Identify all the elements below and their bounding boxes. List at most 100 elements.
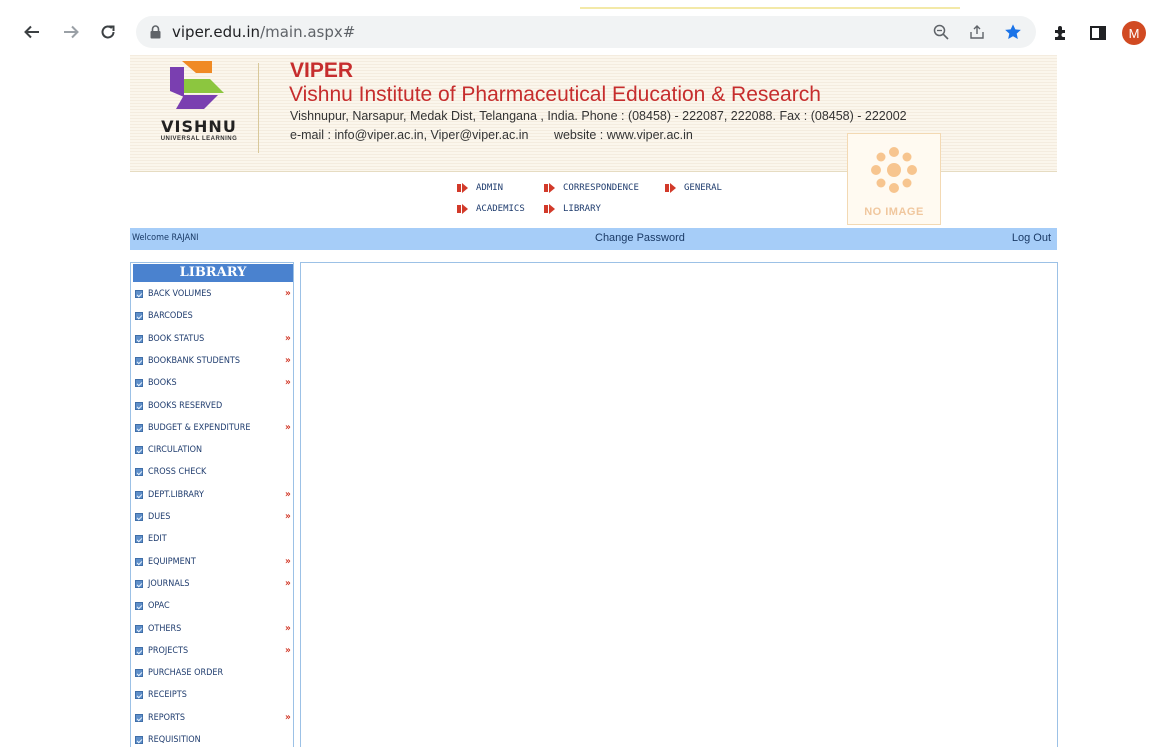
share-icon[interactable] <box>968 23 986 41</box>
logout-link[interactable]: Log Out <box>1012 232 1051 244</box>
sidebar-item-journals[interactable]: JOURNALS » <box>135 577 293 591</box>
sidebar-item-label: DEPT.LIBRARY <box>148 489 204 500</box>
sidebar-item-label: BARCODES <box>148 311 193 322</box>
sidebar-item-label: PURCHASE ORDER <box>148 668 224 679</box>
menu-bullet-icon <box>135 490 143 499</box>
menu-bullet-icon <box>135 646 143 655</box>
zoom-icon[interactable] <box>932 23 950 41</box>
change-password-link[interactable]: Change Password <box>595 232 685 244</box>
institute-address: Vishnupur, Narsapur, Medak Dist, Telanga… <box>290 109 907 123</box>
sidebar-item-budget-expenditure[interactable]: BUDGET & EXPENDITURE » <box>135 421 293 435</box>
flower-placeholder-icon <box>871 147 917 193</box>
sidebar-item-receipts[interactable]: RECEIPTS <box>135 688 293 702</box>
menu-item-label: CORRESPONDENCE <box>563 183 639 193</box>
submenu-arrow-icon: » <box>285 511 291 522</box>
profile-avatar[interactable]: M <box>1122 21 1146 45</box>
menu-item-admin[interactable]: ADMIN <box>457 183 503 193</box>
menu-bullet-icon <box>135 691 143 700</box>
logo-mark-icon <box>170 61 224 109</box>
institute-full-name: Vishnu Institute of Pharmaceutical Educa… <box>289 83 821 106</box>
sidebar-item-dues[interactable]: DUES » <box>135 510 293 524</box>
bullet-arrow-icon <box>457 183 469 193</box>
submenu-arrow-icon: » <box>285 288 291 299</box>
menu-item-library[interactable]: LIBRARY <box>544 204 601 214</box>
submenu-arrow-icon: » <box>285 377 291 389</box>
menu-item-general[interactable]: GENERAL <box>665 183 722 193</box>
sidebar: LIBRARY BACK VOLUMES » BARCODES BOOK STATUS… <box>130 262 294 747</box>
menu-item-academics[interactable]: ACADEMICS <box>457 204 525 214</box>
menu-bullet-icon <box>135 624 143 633</box>
sidebar-item-label: BOOK STATUS <box>148 333 205 344</box>
header-divider <box>258 63 259 153</box>
sidebar-item-opac[interactable]: OPAC <box>135 599 293 613</box>
submenu-arrow-icon: » <box>285 555 291 567</box>
star-icon[interactable] <box>1004 23 1022 41</box>
sidebar-item-cross-check[interactable]: CROSS CHECK <box>135 465 293 479</box>
sidebar-item-label: RECEIPTS <box>148 690 187 701</box>
profile-photo-placeholder: NO IMAGE <box>847 133 941 225</box>
url-text: viper.edu.in/main.aspx# <box>172 23 355 41</box>
sidebar-item-reports[interactable]: REPORTS » <box>135 711 293 725</box>
side-panel-icon[interactable] <box>1087 22 1109 44</box>
reload-icon[interactable] <box>97 21 119 43</box>
sidebar-item-label: REQUISITION <box>148 735 201 745</box>
back-arrow-icon[interactable] <box>21 21 43 43</box>
forward-arrow-icon[interactable] <box>60 21 82 43</box>
institute-short-name: VIPER <box>290 59 354 82</box>
menu-item-label: ACADEMICS <box>476 204 525 214</box>
institute-website: website : www.viper.ac.in <box>553 128 693 142</box>
menu-item-label: GENERAL <box>684 183 722 193</box>
submenu-arrow-icon: » <box>285 711 291 723</box>
menu-bullet-icon <box>135 379 143 388</box>
sidebar-item-dept-library[interactable]: DEPT.LIBRARY » <box>135 488 293 502</box>
sidebar-item-label: BOOKBANK STUDENTS <box>148 355 240 366</box>
sidebar-item-equipment[interactable]: EQUIPMENT » <box>135 555 293 569</box>
sidebar-item-label: BACK VOLUMES <box>148 289 212 299</box>
sidebar-item-book-status[interactable]: BOOK STATUS » <box>135 332 293 346</box>
url-host: viper.edu.in <box>172 23 261 41</box>
menu-item-label: LIBRARY <box>563 204 601 214</box>
sidebar-item-books-reserved[interactable]: BOOKS RESERVED <box>135 399 293 413</box>
submenu-arrow-icon: » <box>285 644 291 656</box>
institute-email: e-mail : info@viper.ac.in, Viper@viper.a… <box>290 128 529 142</box>
menu-bullet-icon <box>135 312 143 321</box>
sidebar-item-others[interactable]: OTHERS » <box>135 622 293 636</box>
menu-bullet-icon <box>135 535 143 544</box>
lock-icon[interactable] <box>150 25 161 44</box>
sidebar-item-requisition[interactable]: REQUISITION <box>135 733 293 747</box>
sidebar-item-bookbank-students[interactable]: BOOKBANK STUDENTS » <box>135 354 293 368</box>
menu-bullet-icon <box>135 356 143 365</box>
submenu-arrow-icon: » <box>285 354 291 366</box>
logo-subtext: UNIVERSAL LEARNING <box>160 136 238 142</box>
sidebar-item-back-volumes[interactable]: BACK VOLUMES » <box>135 287 293 301</box>
sidebar-item-label: EDIT <box>148 534 167 545</box>
sidebar-item-projects[interactable]: PROJECTS » <box>135 644 293 658</box>
browser-toolbar: viper.edu.in/main.aspx# M <box>0 9 1159 55</box>
menu-bullet-icon <box>135 579 143 588</box>
sidebar-item-label: CROSS CHECK <box>148 467 207 478</box>
content-frame <box>300 262 1058 747</box>
submenu-arrow-icon: » <box>285 421 291 433</box>
sidebar-item-edit[interactable]: EDIT <box>135 532 293 546</box>
submenu-arrow-icon: » <box>285 577 291 589</box>
sidebar-item-label: OPAC <box>148 601 170 612</box>
extensions-icon[interactable] <box>1050 22 1072 44</box>
address-bar[interactable]: viper.edu.in/main.aspx# <box>136 16 1036 48</box>
menu-bullet-icon <box>135 713 143 722</box>
sidebar-item-purchase-order[interactable]: PURCHASE ORDER <box>135 666 293 680</box>
bullet-arrow-icon <box>544 183 556 193</box>
sidebar-title: LIBRARY <box>133 264 293 282</box>
sidebar-item-label: OTHERS <box>148 623 182 634</box>
url-path: /main.aspx# <box>260 23 356 41</box>
vishnu-logo: VISHNU UNIVERSAL LEARNING <box>140 57 250 157</box>
sidebar-item-barcodes[interactable]: BARCODES <box>135 309 293 323</box>
menu-bullet-icon <box>135 513 143 521</box>
menu-item-correspondence[interactable]: CORRESPONDENCE <box>544 183 639 193</box>
menu-bullet-icon <box>135 423 143 432</box>
sidebar-item-books[interactable]: BOOKS » <box>135 376 293 390</box>
sidebar-item-label: DUES <box>148 512 171 522</box>
institute-contact: e-mail : info@viper.ac.in, Viper@viper.a… <box>290 128 693 142</box>
sidebar-item-circulation[interactable]: CIRCULATION <box>135 443 293 457</box>
menu-bullet-icon <box>135 669 143 678</box>
menu-bullet-icon <box>135 290 143 298</box>
